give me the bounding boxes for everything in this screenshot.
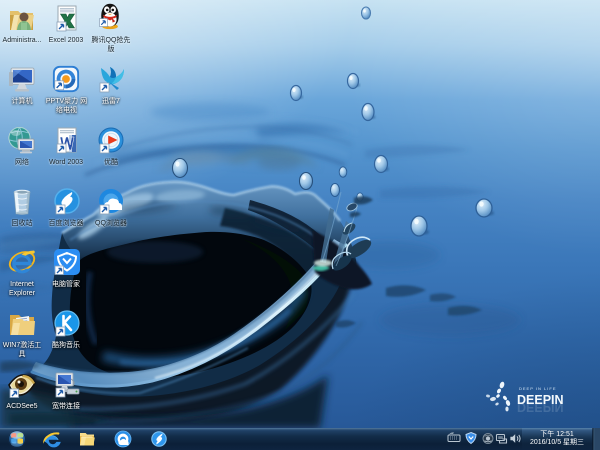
- svg-text:DEEP IN LIFE: DEEP IN LIFE: [519, 386, 557, 391]
- svg-text:DEEPIN: DEEPIN: [517, 400, 564, 414]
